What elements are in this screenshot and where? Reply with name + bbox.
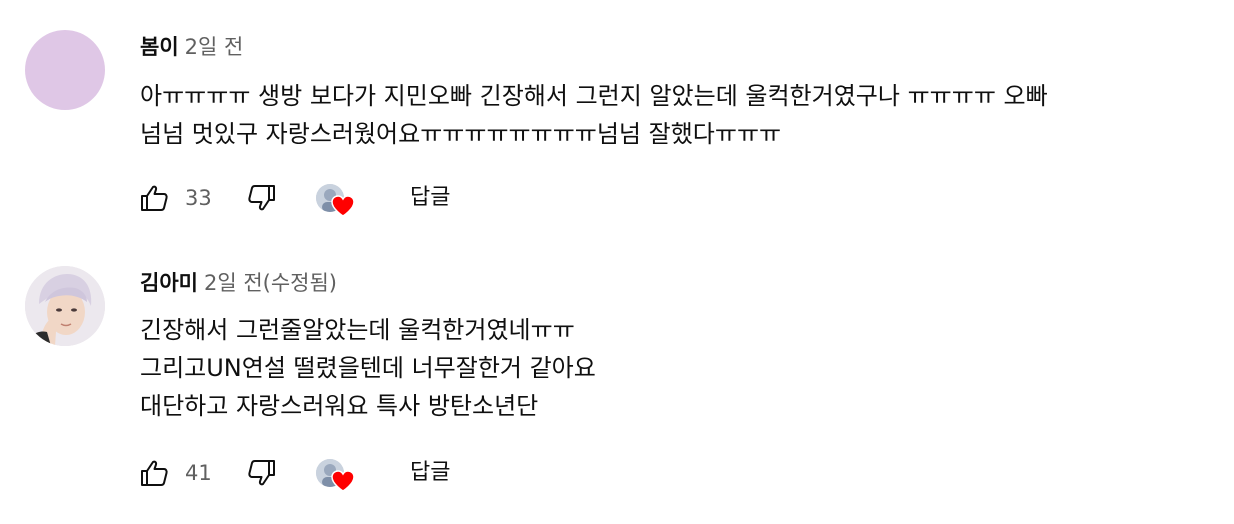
dislike-button[interactable] <box>245 178 279 218</box>
comment-author[interactable]: 봄이 <box>140 35 179 59</box>
comment-author[interactable]: 김아미 <box>140 271 198 295</box>
like-button[interactable] <box>137 178 171 218</box>
comment-text: 아ㅠㅠㅠㅠ 생방 보다가 지민오빠 긴장해서 그런지 알았는데 울컥한거였구나 … <box>140 77 1048 153</box>
thumbs-down-icon <box>248 460 275 486</box>
avatar[interactable] <box>25 266 105 346</box>
thumbs-up-icon <box>141 460 168 486</box>
comment-text-line: 넘넘 멋있구 자랑스러웠어요ㅠㅠㅠㅠㅠㅠㅠㅠ넘넘 잘했다ㅠㅠㅠ <box>140 120 782 148</box>
creator-heart-badge[interactable] <box>316 459 358 493</box>
comment-header: 봄이 2일 전 <box>140 32 243 62</box>
avatar[interactable] <box>25 30 105 110</box>
comment-text: 긴장해서 그런줄알았는데 울컥한거였네ㅠㅠ 그리고UN연설 떨렸을텐데 너무잘한… <box>140 311 596 425</box>
comment-header: 김아미 2일 전(수정됨) <box>140 268 337 298</box>
thumbs-up-icon <box>141 185 168 211</box>
comment-time[interactable]: 2일 전 <box>204 271 263 295</box>
comment-text-line: 긴장해서 그런줄알았는데 울컥한거였네ㅠㅠ <box>140 316 575 344</box>
thumbs-down-icon <box>248 185 275 211</box>
comment-time[interactable]: 2일 전 <box>185 35 244 59</box>
comment-actions: 33 답글 <box>0 178 600 218</box>
comment-edited-label: (수정됨) <box>262 271 338 295</box>
reply-button[interactable]: 답글 <box>406 453 454 493</box>
reply-button[interactable]: 답글 <box>406 178 454 218</box>
heart-icon <box>331 195 355 217</box>
creator-heart-badge[interactable] <box>316 184 358 218</box>
avatar-image <box>25 266 105 346</box>
comment-text-line: 아ㅠㅠㅠㅠ 생방 보다가 지민오빠 긴장해서 그런지 알았는데 울컥한거였구나 … <box>140 82 1048 110</box>
heart-icon <box>331 470 355 492</box>
like-count: 33 <box>185 186 212 210</box>
comment-actions: 41 답글 <box>0 453 600 493</box>
comment-thread: 김아미 2일 전(수정됨) 긴장해서 그런줄알았는데 울컥한거였네ㅠㅠ 그리고UN… <box>0 250 1234 524</box>
like-count: 41 <box>185 461 212 485</box>
like-button[interactable] <box>137 453 171 493</box>
comment-text-line: 대단하고 자랑스러워요 특사 방탄소년단 <box>140 392 539 420</box>
comment-text-line: 그리고UN연설 떨렸을텐데 너무잘한거 같아요 <box>140 354 596 382</box>
dislike-button[interactable] <box>245 453 279 493</box>
comment-thread: 봄이 2일 전 아ㅠㅠㅠㅠ 생방 보다가 지민오빠 긴장해서 그런지 알았는데 울… <box>0 0 1234 250</box>
